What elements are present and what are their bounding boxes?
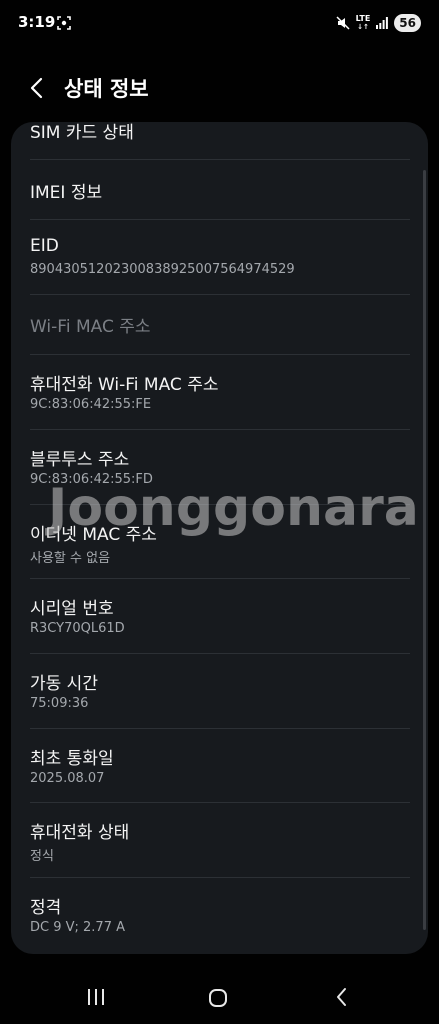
list-item-imei[interactable]: IMEI 정보	[11, 160, 428, 219]
list-item-sim-status[interactable]: SIM 카드 상태	[11, 122, 428, 160]
mute-icon	[336, 16, 350, 30]
app-header: 상태 정보	[0, 66, 439, 110]
item-title: 휴대전화 상태	[30, 823, 130, 843]
screenshot-icon	[57, 16, 71, 30]
item-title: 최초 통화일	[30, 749, 114, 769]
item-subtitle: DC 9 V; 2.77 A	[30, 920, 125, 935]
item-title: 휴대전화 Wi-Fi MAC 주소	[30, 375, 219, 395]
item-subtitle: 75:09:36	[30, 696, 89, 711]
status-time: 3:19	[18, 13, 56, 31]
home-icon[interactable]	[208, 988, 228, 1008]
battery-badge: 56	[394, 14, 421, 32]
back-button[interactable]	[26, 76, 50, 100]
item-title: Wi-Fi MAC 주소	[30, 317, 151, 337]
list-item-wifi-mac: Wi-Fi MAC 주소	[11, 295, 428, 354]
page-title: 상태 정보	[64, 77, 149, 101]
status-icons: LTE ↓↑ 56	[336, 12, 421, 34]
item-subtitle: R3CY70QL61D	[30, 621, 125, 636]
navigation-bar	[0, 970, 439, 1024]
item-subtitle: 89043051202300838925007564974529	[30, 262, 295, 277]
item-title: IMEI 정보	[30, 183, 103, 203]
list-item-bluetooth-address[interactable]: 블루투스 주소 9C:83:06:42:55:FD	[11, 430, 428, 504]
item-subtitle: 2025.08.07	[30, 771, 105, 786]
list-item-phone-wifi-mac[interactable]: 휴대전화 Wi-Fi MAC 주소 9C:83:06:42:55:FE	[11, 355, 428, 429]
list-item-ethernet-mac[interactable]: 이더넷 MAC 주소 사용할 수 없음	[11, 505, 428, 579]
lte-icon: LTE ↓↑	[355, 14, 371, 32]
item-title: 정격	[30, 898, 62, 918]
item-title: 시리얼 번호	[30, 599, 114, 619]
status-info-list: SIM 카드 상태 IMEI 정보 EID 890430512023008389…	[11, 122, 428, 954]
item-subtitle: 정식	[30, 849, 54, 864]
item-title: 가동 시간	[30, 674, 98, 694]
recent-apps-icon[interactable]	[86, 988, 106, 1006]
item-title: SIM 카드 상태	[30, 123, 134, 143]
list-item-eid[interactable]: EID 89043051202300838925007564974529	[11, 220, 428, 294]
back-nav-icon[interactable]	[333, 987, 351, 1007]
item-title: 이더넷 MAC 주소	[30, 525, 157, 545]
item-subtitle: 사용할 수 없음	[30, 551, 111, 566]
list-item-serial-number[interactable]: 시리얼 번호 R3CY70QL61D	[11, 579, 428, 653]
item-title: EID	[30, 236, 59, 256]
item-subtitle: 9C:83:06:42:55:FD	[30, 472, 153, 487]
list-item-first-call-date[interactable]: 최초 통화일 2025.08.07	[11, 729, 428, 803]
list-item-uptime[interactable]: 가동 시간 75:09:36	[11, 654, 428, 728]
list-item-phone-status[interactable]: 휴대전화 상태 정식	[11, 803, 428, 877]
status-bar: 3:19 LTE ↓↑ 56	[0, 0, 439, 48]
list-item-rating[interactable]: 정격 DC 9 V; 2.77 A	[11, 878, 428, 952]
item-title: 블루투스 주소	[30, 450, 130, 470]
signal-icon	[376, 17, 389, 29]
item-subtitle: 9C:83:06:42:55:FE	[30, 397, 152, 412]
